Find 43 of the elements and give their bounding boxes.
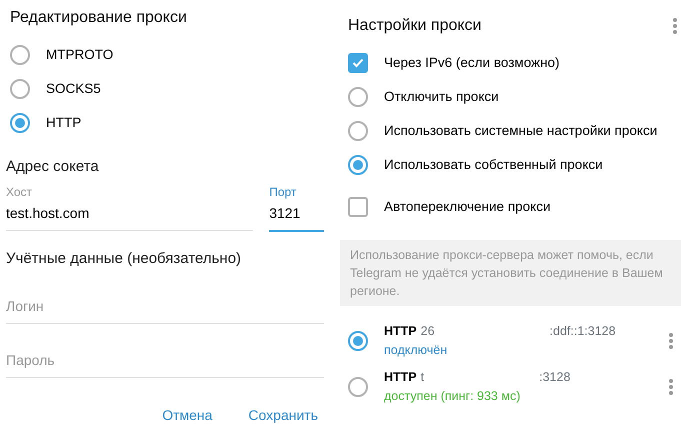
input-field[interactable]: test.host.com — [6, 200, 254, 230]
radio-button[interactable] — [348, 376, 368, 397]
check-icon — [352, 58, 364, 68]
input-field[interactable]: Логин — [6, 294, 324, 324]
option-label: Использовать системные настройки прокси — [384, 122, 658, 140]
radio-button[interactable] — [348, 155, 368, 175]
more-icon[interactable] — [669, 378, 673, 395]
input-field[interactable]: 3121 — [269, 200, 324, 232]
option-label: MTPROTO — [46, 46, 114, 64]
option-label: Отключить прокси — [384, 88, 499, 106]
proxy-address: t — [420, 368, 424, 386]
more-icon[interactable] — [673, 18, 677, 34]
option-label: SOCKS5 — [46, 80, 101, 98]
proxy-status: подключён — [384, 342, 448, 360]
proxy-address: :3128 — [539, 368, 570, 386]
proxy-type: HTTP — [384, 323, 417, 340]
info-text: Использование прокси-сервера может помочь, если Telegram не удаётся установить соединение в Вашем регионе. — [340, 240, 681, 306]
checkbox[interactable] — [348, 53, 368, 73]
section-title: Адрес сокета — [6, 157, 100, 177]
field-label: Хост — [6, 184, 34, 200]
section-title: Учётные данные (необязательно) — [6, 248, 242, 268]
panel-title: Редактирование прокси — [10, 8, 188, 28]
proxy-type: HTTP — [384, 368, 417, 386]
radio-button[interactable] — [348, 121, 368, 141]
radio-button[interactable] — [10, 79, 30, 99]
proxy-address: :ddf::1:3128 — [550, 323, 616, 340]
option-label: Автопереключение прокси — [384, 198, 550, 216]
more-icon[interactable] — [669, 333, 673, 350]
radio-button[interactable] — [10, 113, 30, 133]
radio-button[interactable] — [10, 45, 30, 65]
text-button[interactable]: Сохранить — [242, 401, 324, 430]
field-label: Порт — [269, 184, 298, 200]
proxy-address: 26 — [420, 323, 435, 340]
option-label: HTTP — [46, 114, 82, 132]
radio-button[interactable] — [348, 331, 368, 352]
option-label: Использовать собственный прокси — [384, 156, 603, 174]
radio-button[interactable] — [348, 87, 368, 107]
option-label: Через IPv6 (если возможно) — [384, 54, 560, 72]
input-field[interactable]: Пароль — [6, 348, 324, 378]
text-button[interactable]: Отмена — [156, 401, 218, 430]
proxy-status: доступен (пинг: 933 мс) — [384, 388, 522, 405]
checkbox[interactable] — [348, 197, 368, 217]
panel-title: Настройки прокси — [348, 16, 482, 36]
